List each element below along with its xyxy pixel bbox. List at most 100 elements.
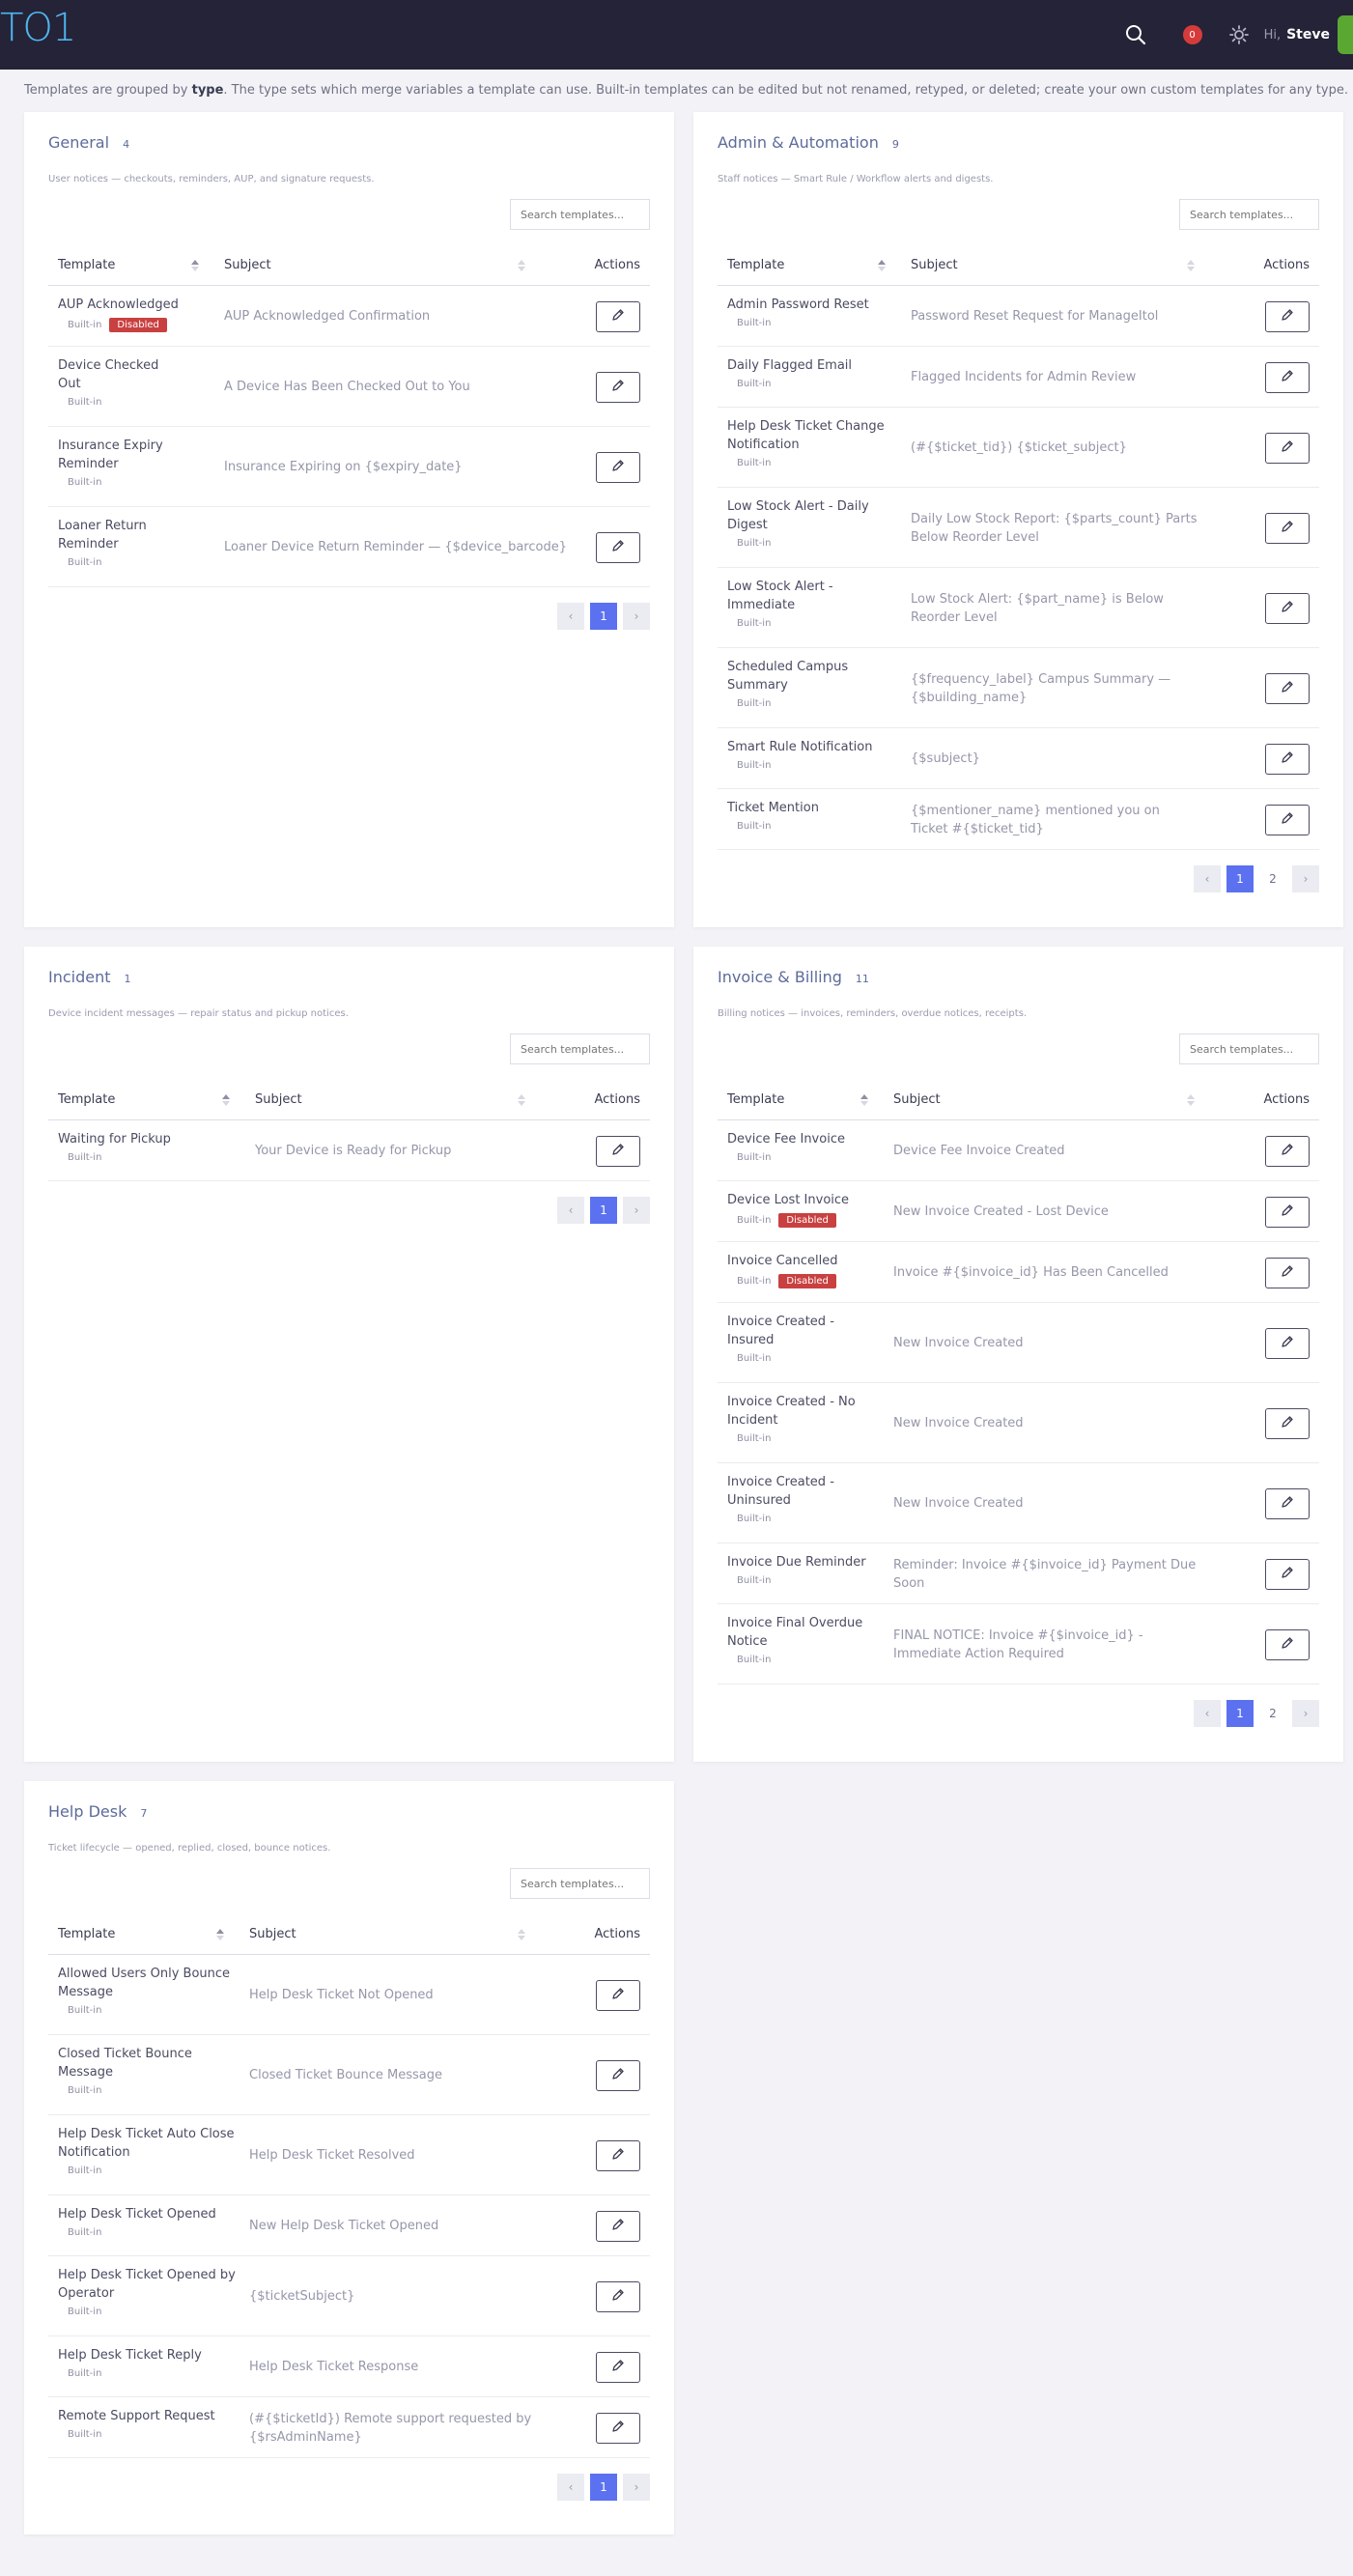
template-name[interactable]: Allowed Users Only Bounce Message (58, 1965, 230, 2001)
search-templates-input[interactable] (510, 1868, 650, 1899)
search-templates-input[interactable] (510, 1033, 650, 1064)
template-name[interactable]: Device Checked Out (58, 356, 158, 393)
sort-icon[interactable] (518, 1093, 525, 1106)
page-button-1[interactable]: 1 (590, 1197, 617, 1224)
edit-template-button[interactable] (1265, 512, 1310, 544)
page-button-1[interactable]: 1 (1226, 1700, 1254, 1727)
edit-template-button[interactable] (1265, 1487, 1310, 1519)
column-header-template[interactable]: Template (727, 258, 784, 272)
template-name[interactable]: Help Desk Ticket Opened (58, 2205, 216, 2223)
column-header-subject[interactable]: Subject (911, 258, 958, 272)
page-button-2[interactable]: 2 (1259, 865, 1286, 892)
edit-template-button[interactable] (1265, 1407, 1310, 1439)
template-name[interactable]: Closed Ticket Bounce Message (58, 2045, 192, 2081)
edit-template-button[interactable] (1265, 1135, 1310, 1167)
edit-template-button[interactable] (596, 2412, 640, 2444)
edit-template-button[interactable] (596, 2210, 640, 2242)
template-name[interactable]: Daily Flagged Email (727, 356, 852, 375)
next-page-button[interactable]: › (1292, 1700, 1319, 1727)
sort-asc-icon[interactable] (860, 1093, 868, 1106)
edit-template-button[interactable] (1265, 672, 1310, 704)
column-header-subject[interactable]: Subject (893, 1092, 941, 1107)
column-header-subject[interactable]: Subject (255, 1092, 302, 1107)
edit-template-button[interactable] (596, 2139, 640, 2171)
prev-page-button[interactable]: ‹ (1194, 1700, 1221, 1727)
edit-template-button[interactable] (596, 371, 640, 403)
sort-icon[interactable] (518, 259, 525, 271)
column-header-subject[interactable]: Subject (224, 258, 271, 272)
avatar[interactable] (1338, 15, 1353, 54)
template-name[interactable]: Smart Rule Notification (727, 738, 872, 756)
template-name[interactable]: Loaner Return Reminder (58, 517, 147, 553)
template-name[interactable]: Remote Support Request (58, 2407, 215, 2425)
template-name[interactable]: Invoice Created - No Incident (727, 1393, 856, 1430)
prev-page-button[interactable]: ‹ (557, 1197, 584, 1224)
search-templates-input[interactable] (1179, 1033, 1319, 1064)
sort-asc-icon[interactable] (222, 1093, 230, 1106)
template-name[interactable]: Invoice Created - Insured (727, 1313, 834, 1349)
edit-template-button[interactable] (1265, 1558, 1310, 1590)
page-button-2[interactable]: 2 (1259, 1700, 1286, 1727)
template-name[interactable]: Invoice Due Reminder (727, 1553, 866, 1571)
page-button-1[interactable]: 1 (590, 2474, 617, 2501)
template-name[interactable]: Help Desk Ticket Auto Close Notification (58, 2125, 235, 2162)
edit-template-button[interactable] (1265, 300, 1310, 332)
template-name[interactable]: Help Desk Ticket Reply (58, 2346, 202, 2364)
template-name[interactable]: Invoice Cancelled (727, 1252, 838, 1270)
edit-template-button[interactable] (596, 2280, 640, 2312)
edit-template-button[interactable] (596, 1979, 640, 2011)
template-name[interactable]: Waiting for Pickup (58, 1130, 171, 1148)
prev-page-button[interactable]: ‹ (557, 603, 584, 630)
search-icon[interactable] (1125, 24, 1146, 45)
page-button-1[interactable]: 1 (1226, 865, 1254, 892)
sort-icon[interactable] (518, 1928, 525, 1940)
edit-template-button[interactable] (1265, 1196, 1310, 1228)
next-page-button[interactable]: › (623, 603, 650, 630)
template-name[interactable]: Insurance Expiry Reminder (58, 437, 163, 473)
edit-template-button[interactable] (596, 2059, 640, 2091)
edit-template-button[interactable] (1265, 743, 1310, 775)
column-header-template[interactable]: Template (58, 1092, 115, 1107)
column-header-template[interactable]: Template (727, 1092, 784, 1107)
sort-icon[interactable] (1187, 1093, 1195, 1106)
app-logo[interactable]: TO1 (0, 6, 76, 50)
edit-template-button[interactable] (1265, 592, 1310, 624)
edit-template-button[interactable] (1265, 804, 1310, 835)
column-header-template[interactable]: Template (58, 1927, 115, 1941)
notification-badge[interactable]: 0 (1182, 25, 1202, 44)
next-page-button[interactable]: › (623, 2474, 650, 2501)
edit-template-button[interactable] (1265, 1628, 1310, 1660)
sort-asc-icon[interactable] (878, 259, 886, 271)
template-name[interactable]: Help Desk Ticket Opened by Operator (58, 2266, 236, 2303)
prev-page-button[interactable]: ‹ (557, 2474, 584, 2501)
edit-template-button[interactable] (1265, 1257, 1310, 1288)
edit-template-button[interactable] (596, 300, 640, 332)
theme-toggle-icon[interactable] (1228, 25, 1249, 44)
next-page-button[interactable]: › (623, 1197, 650, 1224)
edit-template-button[interactable] (596, 451, 640, 483)
sort-asc-icon[interactable] (191, 259, 199, 271)
template-name[interactable]: Invoice Created - Uninsured (727, 1473, 834, 1510)
edit-template-button[interactable] (1265, 1327, 1310, 1359)
template-name[interactable]: Ticket Mention (727, 799, 819, 817)
next-page-button[interactable]: › (1292, 865, 1319, 892)
template-name[interactable]: Low Stock Alert - Daily Digest (727, 497, 869, 534)
template-name[interactable]: Admin Password Reset (727, 296, 869, 314)
search-templates-input[interactable] (1179, 199, 1319, 230)
template-name[interactable]: Scheduled Campus Summary (727, 658, 848, 694)
edit-template-button[interactable] (596, 531, 640, 563)
prev-page-button[interactable]: ‹ (1194, 865, 1221, 892)
search-templates-input[interactable] (510, 199, 650, 230)
template-name[interactable]: Help Desk Ticket Change Notification (727, 417, 885, 454)
edit-template-button[interactable] (596, 1135, 640, 1167)
user-name[interactable]: Steve (1286, 27, 1330, 42)
sort-icon[interactable] (1187, 259, 1195, 271)
template-name[interactable]: AUP Acknowledged (58, 296, 179, 314)
template-name[interactable]: Device Fee Invoice (727, 1130, 845, 1148)
template-name[interactable]: Low Stock Alert - Immediate (727, 578, 833, 614)
edit-template-button[interactable] (1265, 361, 1310, 393)
column-header-template[interactable]: Template (58, 258, 115, 272)
edit-template-button[interactable] (596, 2351, 640, 2383)
sort-asc-icon[interactable] (216, 1928, 224, 1940)
edit-template-button[interactable] (1265, 432, 1310, 464)
